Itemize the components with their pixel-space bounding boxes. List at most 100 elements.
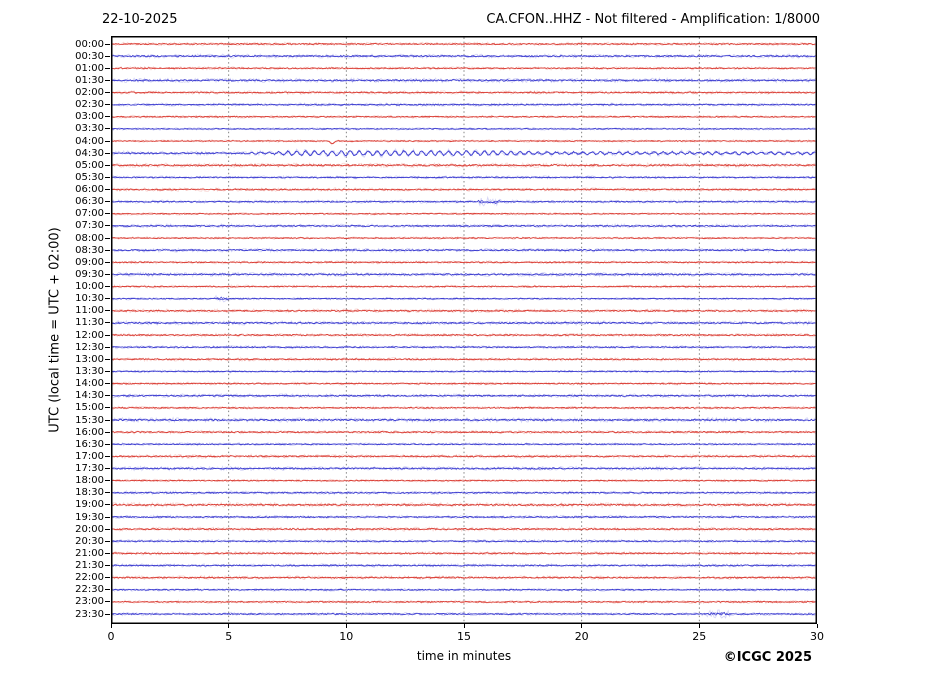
y-axis-label: 07:30 [0, 220, 104, 231]
y-axis-tick [105, 322, 110, 323]
helicorder-figure: 22-10-2025 CA.CFON..HHZ - Not filtered -… [0, 0, 927, 696]
y-axis-label: 01:30 [0, 75, 104, 86]
y-axis-label: 23:00 [0, 596, 104, 607]
y-axis-tick [105, 225, 110, 226]
y-axis-tick [105, 601, 110, 602]
y-axis-label: 18:00 [0, 475, 104, 486]
y-axis-tick [105, 104, 110, 105]
y-axis-label: 19:00 [0, 499, 104, 510]
y-axis-label: 08:30 [0, 245, 104, 256]
y-axis-tick [105, 44, 110, 45]
trace-row [112, 54, 815, 58]
trace-row [112, 454, 815, 458]
trace-row [112, 418, 815, 423]
trace-row [112, 176, 815, 179]
y-axis-tick [105, 468, 110, 469]
y-axis-tick [105, 286, 110, 287]
y-axis-tick [105, 420, 110, 421]
y-axis-label: 20:30 [0, 536, 104, 547]
trace-row [112, 443, 815, 446]
y-axis-tick [105, 335, 110, 336]
x-axis-tick [817, 624, 818, 628]
trace-row [112, 188, 815, 192]
y-axis-tick [105, 480, 110, 481]
y-axis-tick [105, 589, 110, 590]
y-axis-tick [105, 189, 110, 190]
date-title: 22-10-2025 [102, 12, 178, 27]
y-axis-label: 20:00 [0, 524, 104, 535]
y-axis-label: 15:00 [0, 402, 104, 413]
y-axis-label: 00:30 [0, 51, 104, 62]
y-axis-tick [105, 274, 110, 275]
trace-row [112, 600, 815, 603]
x-axis-tick-label: 30 [797, 630, 837, 643]
y-axis-label: 23:30 [0, 609, 104, 620]
y-axis-label: 04:00 [0, 136, 104, 147]
y-axis-label: 12:30 [0, 342, 104, 353]
y-axis-label: 21:00 [0, 548, 104, 559]
y-axis-tick [105, 529, 110, 530]
y-axis-label: 22:00 [0, 572, 104, 583]
y-axis-tick [105, 177, 110, 178]
trace-row [112, 466, 815, 470]
y-axis-label: 06:00 [0, 184, 104, 195]
trace-path [112, 141, 815, 144]
y-axis-label: 03:30 [0, 123, 104, 134]
x-axis-tick [228, 624, 229, 628]
y-axis-label: 18:30 [0, 487, 104, 498]
trace-canvas [111, 36, 817, 624]
trace-row [112, 149, 815, 157]
y-axis-label: 03:00 [0, 111, 104, 122]
y-axis-tick [105, 92, 110, 93]
y-axis-label: 07:00 [0, 208, 104, 219]
plot-area [111, 36, 817, 624]
x-axis-tick [464, 624, 465, 628]
y-axis-label: 04:30 [0, 148, 104, 159]
y-axis-label: 00:00 [0, 39, 104, 50]
y-axis-tick [105, 250, 110, 251]
trace-row [112, 503, 815, 508]
y-axis-label: 14:00 [0, 378, 104, 389]
y-axis-label: 08:00 [0, 233, 104, 244]
y-axis-label: 05:00 [0, 160, 104, 171]
x-axis-tick [699, 624, 700, 628]
x-axis-tick-label: 25 [679, 630, 719, 643]
x-axis-tick [111, 624, 112, 628]
x-axis-tick [581, 624, 582, 628]
y-axis-label: 01:00 [0, 63, 104, 74]
x-axis-tick-label: 15 [444, 630, 484, 643]
y-axis-tick [105, 456, 110, 457]
y-axis-tick [105, 68, 110, 69]
y-axis-tick [105, 371, 110, 372]
trace-row [112, 163, 815, 168]
y-axis-label: 21:30 [0, 560, 104, 571]
trace-row [112, 67, 815, 70]
y-axis-label: 17:30 [0, 463, 104, 474]
y-axis-tick [105, 56, 110, 57]
y-axis-tick [105, 80, 110, 81]
plot-title: CA.CFON..HHZ - Not filtered - Amplificat… [486, 12, 820, 27]
trace-row [112, 406, 815, 409]
trace-row [112, 309, 815, 313]
y-axis-tick [105, 517, 110, 518]
y-axis-label: 16:00 [0, 427, 104, 438]
x-axis-tick [346, 624, 347, 628]
y-axis-tick [105, 395, 110, 396]
y-axis-label: 13:00 [0, 354, 104, 365]
y-axis-label: 15:30 [0, 415, 104, 426]
y-axis-label: 09:00 [0, 257, 104, 268]
y-axis-tick [105, 541, 110, 542]
y-axis-tick [105, 614, 110, 615]
x-axis-tick-label: 0 [91, 630, 131, 643]
y-axis-tick [105, 504, 110, 505]
y-axis-tick [105, 359, 110, 360]
y-axis-tick [105, 298, 110, 299]
y-axis-tick [105, 432, 110, 433]
y-axis-tick [105, 407, 110, 408]
y-axis-tick [105, 383, 110, 384]
y-axis-tick [105, 128, 110, 129]
y-axis-label: 22:30 [0, 584, 104, 595]
y-axis-label: 06:30 [0, 196, 104, 207]
y-axis-tick [105, 201, 110, 202]
y-axis-tick [105, 553, 110, 554]
